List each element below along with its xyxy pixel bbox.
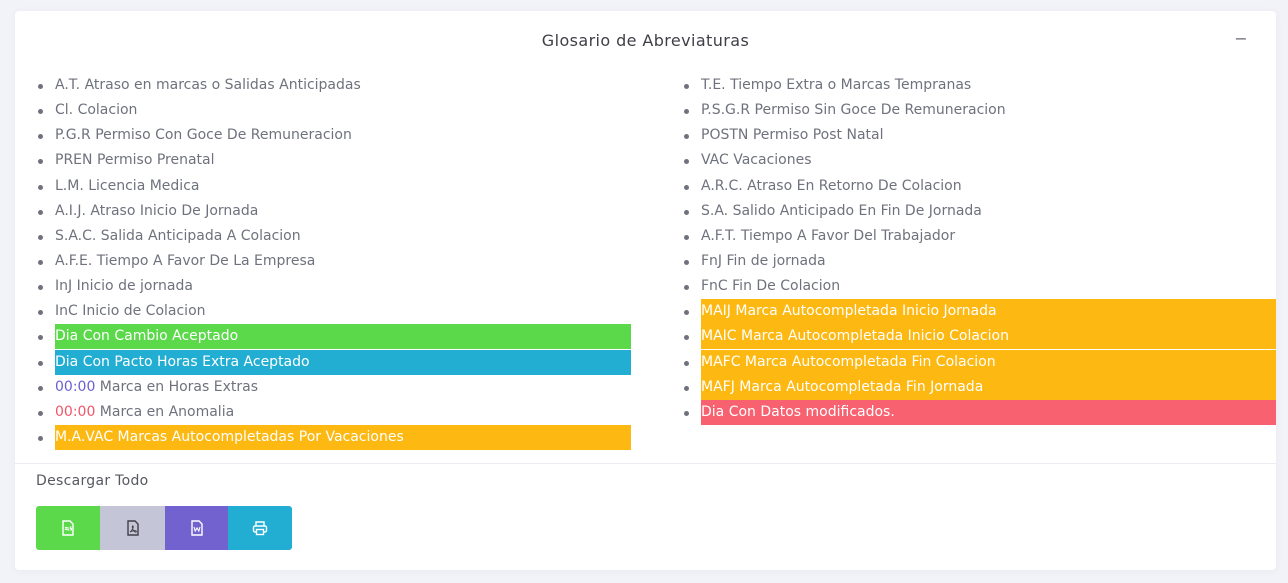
overtime-time-sample: 00:00	[55, 378, 96, 395]
pdf-file-icon	[126, 520, 139, 536]
download-all-label: Descargar Todo	[36, 473, 149, 489]
excel-file-icon	[62, 520, 74, 536]
highlight-label: MAIJ Marca Autocompletada Inicio Jornada	[701, 299, 1276, 325]
highlight-label: Dia Con Pacto Horas Extra Aceptado	[55, 349, 631, 375]
list-item: InJ Inicio de jornada	[37, 274, 631, 299]
list-item: 00:00 Marca en Horas Extras	[37, 375, 631, 400]
list-item: Dia Con Cambio Aceptado	[37, 324, 631, 350]
list-item: A.F.T. Tiempo A Favor Del Trabajador	[683, 224, 1276, 249]
list-item: 00:00 Marca en Anomalia	[37, 400, 631, 425]
anomaly-time-sample: 00:00	[55, 403, 96, 420]
highlight-label: Dia Con Cambio Aceptado	[55, 324, 631, 350]
download-excel-button[interactable]	[36, 506, 100, 550]
print-icon	[252, 521, 268, 536]
list-item: FnC Fin De Colacion	[683, 274, 1276, 299]
collapse-button[interactable]: −	[1234, 29, 1248, 49]
list-item: MAFC Marca Autocompletada Fin Colacion	[683, 349, 1276, 375]
list-item: MAIC Marca Autocompletada Inicio Colacio…	[683, 324, 1276, 350]
list-item: S.A.C. Salida Anticipada A Colacion	[37, 224, 631, 249]
print-button[interactable]	[228, 506, 292, 550]
list-item: T.E. Tiempo Extra o Marcas Tempranas	[683, 73, 1276, 98]
list-item: InC Inicio de Colacion	[37, 299, 631, 324]
highlight-label: Dia Con Datos modificados.	[701, 399, 1276, 425]
list-item: Cl. Colacion	[37, 98, 631, 123]
list-item: A.T. Atraso en marcas o Salidas Anticipa…	[37, 73, 631, 98]
list-item: M.A.VAC Marcas Autocompletadas Por Vacac…	[37, 424, 631, 450]
list-item: P.G.R Permiso Con Goce De Remuneracion	[37, 123, 631, 148]
panel-title: Glosario de Abreviaturas	[541, 31, 750, 50]
highlight-label: M.A.VAC Marcas Autocompletadas Por Vacac…	[55, 424, 631, 450]
highlight-label: MAFC Marca Autocompletada Fin Colacion	[701, 349, 1276, 375]
abbreviation-list-right: T.E. Tiempo Extra o Marcas Tempranas P.S…	[683, 73, 1276, 425]
list-item: POSTN Permiso Post Natal	[683, 123, 1276, 148]
divider	[15, 463, 1276, 464]
list-item: Dia Con Pacto Horas Extra Aceptado	[37, 349, 631, 375]
panel-header: Glosario de Abreviaturas −	[15, 11, 1276, 69]
list-item: A.R.C. Atraso En Retorno De Colacion	[683, 174, 1276, 199]
list-item: MAIJ Marca Autocompletada Inicio Jornada	[683, 299, 1276, 325]
list-item: A.I.J. Atraso Inicio De Jornada	[37, 199, 631, 224]
download-word-button[interactable]	[165, 506, 228, 550]
download-button-group	[36, 506, 292, 550]
list-item: S.A. Salido Anticipado En Fin De Jornada	[683, 199, 1276, 224]
list-item: A.F.E. Tiempo A Favor De La Empresa	[37, 249, 631, 274]
list-item: PREN Permiso Prenatal	[37, 148, 631, 173]
glossary-panel: Glosario de Abreviaturas − A.T. Atraso e…	[15, 11, 1276, 570]
list-item: VAC Vacaciones	[683, 148, 1276, 173]
list-item: FnJ Fin de jornada	[683, 249, 1276, 274]
list-item: P.S.G.R Permiso Sin Goce De Remuneracion	[683, 98, 1276, 123]
download-pdf-button[interactable]	[100, 506, 165, 550]
word-file-icon	[190, 520, 203, 536]
list-item: MAFJ Marca Autocompletada Fin Jornada	[683, 374, 1276, 400]
list-item: L.M. Licencia Medica	[37, 174, 631, 199]
abbreviation-list-left: A.T. Atraso en marcas o Salidas Anticipa…	[37, 73, 631, 450]
list-item: Dia Con Datos modificados.	[683, 399, 1276, 425]
highlight-label: MAFJ Marca Autocompletada Fin Jornada	[701, 374, 1276, 400]
highlight-label: MAIC Marca Autocompletada Inicio Colacio…	[701, 324, 1276, 350]
